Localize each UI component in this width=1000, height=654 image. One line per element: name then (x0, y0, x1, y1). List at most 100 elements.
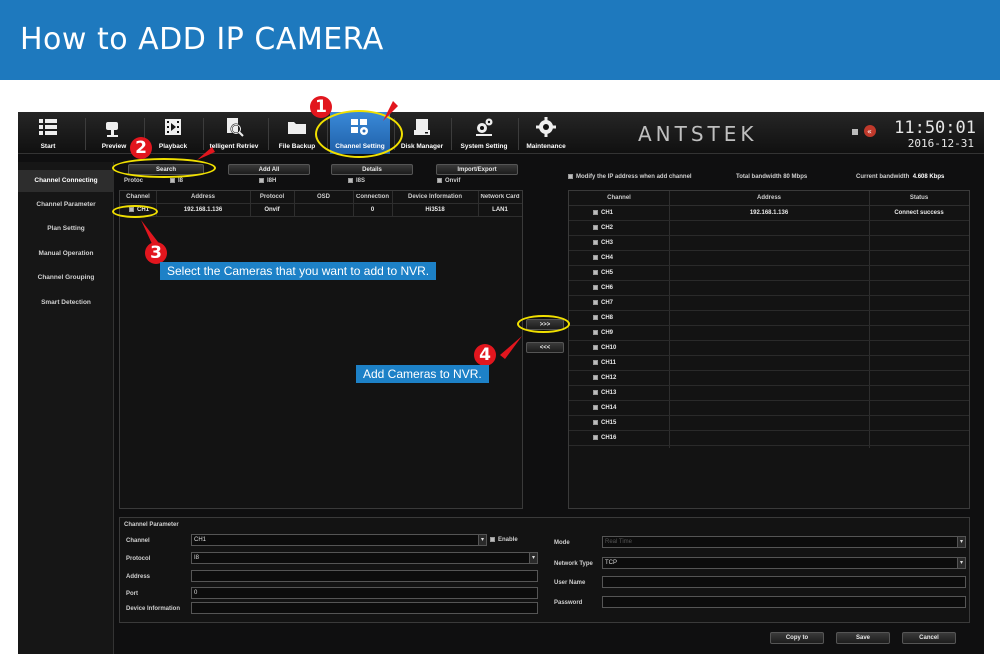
menu-icon (39, 119, 57, 135)
protocol-filter-option[interactable]: I8 (170, 178, 183, 184)
table-cell-channel[interactable]: CH5 (593, 270, 663, 276)
table-cell-channel[interactable]: CH1 (593, 210, 663, 216)
table-row[interactable]: CH3 (569, 236, 969, 251)
checkbox[interactable] (593, 405, 598, 410)
details-button[interactable]: Details (331, 164, 413, 175)
copy-to-button[interactable]: Copy to (770, 632, 824, 644)
table-row[interactable]: CH9 (569, 326, 969, 341)
table-row[interactable]: CH2 (569, 221, 969, 236)
protocol-filter-option[interactable]: I8S (348, 178, 365, 184)
protocol-select[interactable]: I8 ▾ (191, 552, 538, 564)
checkbox[interactable] (593, 315, 598, 320)
table-cell-channel[interactable]: CH9 (593, 330, 663, 336)
table-row[interactable]: CH8 (569, 311, 969, 326)
modify-ip-option[interactable]: Modify the IP address when add channel (568, 174, 692, 180)
checkbox[interactable] (593, 270, 598, 275)
checkbox[interactable] (593, 390, 598, 395)
table-cell-channel[interactable]: CH15 (593, 420, 663, 426)
sidebar-item-channel-parameter[interactable]: Channel Parameter (18, 194, 114, 216)
table-row[interactable]: CH6 (569, 281, 969, 296)
checkbox[interactable] (593, 435, 598, 440)
remove-from-nvr-button[interactable]: <<< (526, 342, 564, 353)
checkbox[interactable] (348, 178, 353, 183)
toolbar-playback[interactable]: Playback (150, 112, 196, 154)
user-name-field[interactable] (602, 576, 966, 588)
cancel-button[interactable]: Cancel (902, 632, 956, 644)
table-cell-channel[interactable]: CH7 (593, 300, 663, 306)
table-row[interactable]: CH10 (569, 341, 969, 356)
sidebar-item-plan-setting[interactable]: Plan Setting (18, 218, 114, 240)
table-row[interactable]: CH11 (569, 356, 969, 371)
add-all-button[interactable]: Add All (228, 164, 310, 175)
checkbox[interactable] (593, 225, 598, 230)
import-export-button[interactable]: Import/Export (436, 164, 518, 175)
table-cell-channel[interactable]: CH8 (593, 315, 663, 321)
table-row[interactable]: CH1 192.168.1.136 Connect success (569, 206, 969, 221)
brand-logo: ANTSTEK (638, 122, 758, 146)
field-label: Device Information (126, 606, 181, 612)
table-row[interactable]: CH13 (569, 386, 969, 401)
address-field[interactable] (191, 570, 538, 582)
table-cell-channel[interactable]: CH12 (593, 375, 663, 381)
save-button[interactable]: Save (836, 632, 890, 644)
toolbar-disk-manager[interactable]: Disk Manager (398, 112, 446, 154)
checkbox[interactable] (593, 240, 598, 245)
checkbox[interactable] (170, 178, 175, 183)
table-cell-channel[interactable]: CH4 (593, 255, 663, 261)
table-row[interactable]: CH7 (569, 296, 969, 311)
checkbox[interactable] (593, 300, 598, 305)
main-toolbar: Start Preview Playback telligent Retriev… (18, 112, 984, 154)
table-row[interactable]: CH14 (569, 401, 969, 416)
enable-checkbox[interactable]: Enable (490, 537, 518, 543)
toolbar-file-backup[interactable]: File Backup (274, 112, 320, 154)
toolbar-label: telligent Retriev (209, 143, 259, 150)
table-cell-channel[interactable]: CH6 (593, 285, 663, 291)
channel-select[interactable]: CH1 ▾ (191, 534, 487, 546)
table-row[interactable]: CH15 (569, 416, 969, 431)
checkbox[interactable] (259, 178, 264, 183)
table-cell-channel[interactable]: CH3 (593, 240, 663, 246)
protocol-filter-option[interactable]: I8H (259, 178, 276, 184)
toolbar-intelligent-retrieval[interactable]: telligent Retriev (206, 112, 262, 154)
table-cell-channel[interactable]: CH14 (593, 405, 663, 411)
highlight-ring (112, 158, 216, 178)
table-cell-network: LAN1 (492, 207, 508, 213)
device-info-field[interactable] (191, 602, 538, 614)
checkbox[interactable] (593, 210, 598, 215)
sidebar-item-smart-detection[interactable]: Smart Detection (18, 292, 114, 314)
protocol-filter-option[interactable]: Onvif (437, 178, 460, 184)
sidebar-item-manual-operation[interactable]: Manual Operation (18, 243, 114, 265)
checkbox[interactable] (490, 537, 495, 542)
table-cell-channel[interactable]: CH11 (593, 360, 663, 366)
table-cell-protocol: Onvif (264, 207, 280, 213)
table-row[interactable]: CH5 (569, 266, 969, 281)
table-row[interactable]: CH16 (569, 431, 969, 446)
sidebar-item-channel-connecting[interactable]: Channel Connecting (18, 170, 114, 192)
network-type-select[interactable]: TCP ▾ (602, 557, 966, 569)
mode-select[interactable]: Real Time ▾ (602, 536, 966, 548)
column-header: Connection (356, 194, 389, 200)
sidebar-item-channel-grouping[interactable]: Channel Grouping (18, 267, 114, 289)
checkbox[interactable] (593, 420, 598, 425)
checkbox[interactable] (593, 360, 598, 365)
checkbox[interactable] (568, 174, 573, 179)
toolbar-maintenance[interactable]: Maintenance (522, 112, 570, 154)
toolbar-start[interactable]: Start (28, 112, 68, 154)
table-row[interactable]: CH4 (569, 251, 969, 266)
table-cell-channel[interactable]: CH16 (593, 435, 663, 441)
password-field[interactable] (602, 596, 966, 608)
table-row[interactable]: CH12 (569, 371, 969, 386)
toolbar-label: File Backup (278, 143, 316, 150)
checkbox[interactable] (593, 345, 598, 350)
checkbox[interactable] (437, 178, 442, 183)
checkbox[interactable] (593, 255, 598, 260)
table-cell-channel[interactable]: CH10 (593, 345, 663, 351)
checkbox[interactable] (593, 330, 598, 335)
table-cell-address: 192.168.1.136 (749, 210, 789, 216)
checkbox[interactable] (593, 285, 598, 290)
port-field[interactable]: 0 (191, 587, 538, 599)
toolbar-system-setting[interactable]: System Setting (456, 112, 512, 154)
table-cell-channel[interactable]: CH13 (593, 390, 663, 396)
table-cell-channel[interactable]: CH2 (593, 225, 663, 231)
checkbox[interactable] (593, 375, 598, 380)
